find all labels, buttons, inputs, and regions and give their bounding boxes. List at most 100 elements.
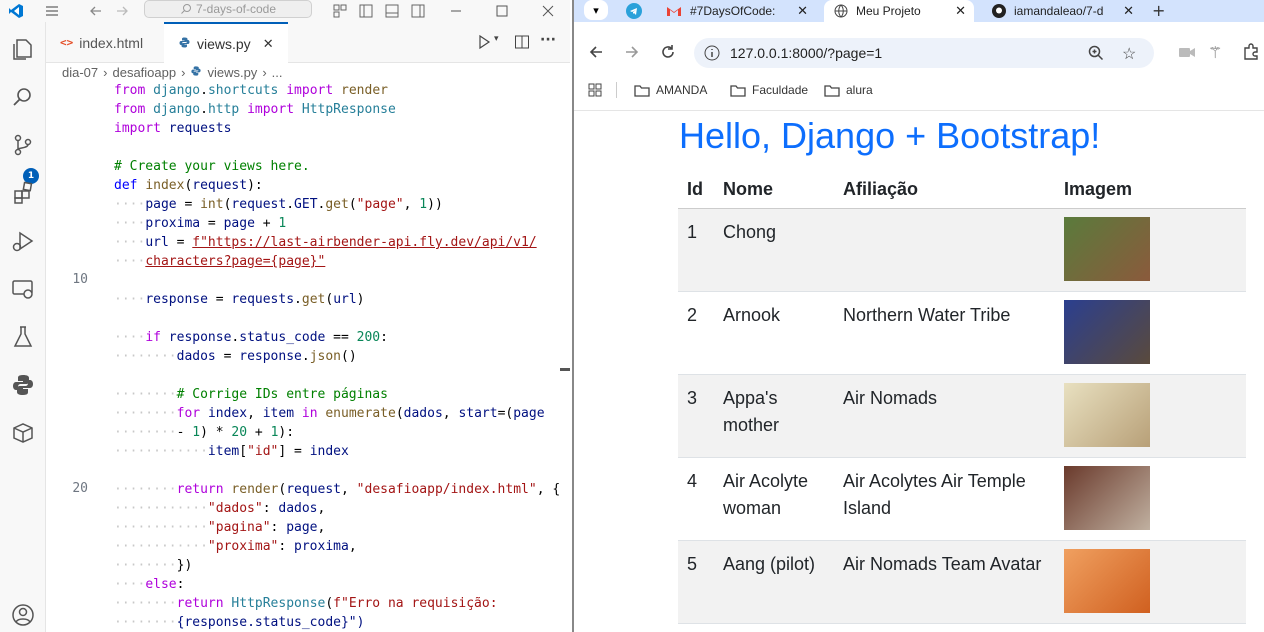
close-window-icon[interactable] bbox=[540, 3, 556, 19]
table-header-row: Id Nome Afiliação Imagem bbox=[678, 171, 1246, 209]
more-actions-icon[interactable]: ··· bbox=[540, 32, 556, 48]
vscode-window: 7-days-of-code 1 <> index.html views.py … bbox=[0, 0, 570, 632]
code-line: ········- 1) * 20 + 1): bbox=[114, 425, 295, 440]
python-file-icon bbox=[190, 65, 202, 80]
cell-afiliacao bbox=[834, 208, 1055, 292]
breadcrumb: dia-07 › desafioapp › views.py › ... bbox=[46, 63, 570, 81]
tab-strip: ▾ #7DaysOfCode: ✕ Meu Projeto ✕ iamandal… bbox=[574, 0, 1264, 22]
table-row: 1 Chong bbox=[678, 208, 1246, 292]
address-bar[interactable]: 127.0.0.1:8000/?page=1 ☆ bbox=[694, 38, 1154, 68]
tab-label: Meu Projeto bbox=[856, 4, 921, 18]
reload-icon[interactable] bbox=[660, 44, 676, 64]
site-info-icon[interactable] bbox=[704, 45, 720, 64]
extension-icon[interactable]: ⚚ bbox=[1208, 43, 1222, 62]
tab-label: views.py bbox=[197, 35, 251, 52]
cell-imagem bbox=[1055, 540, 1246, 624]
tab-index-html[interactable]: <> index.html bbox=[46, 22, 164, 63]
maximize-icon[interactable] bbox=[494, 3, 510, 19]
minimize-icon[interactable] bbox=[448, 3, 464, 19]
split-editor-icon[interactable] bbox=[514, 34, 530, 54]
tab-views-py[interactable]: views.py ✕ bbox=[164, 22, 288, 63]
github-icon bbox=[992, 4, 1006, 18]
close-tab-icon[interactable]: ✕ bbox=[1123, 3, 1134, 19]
code-line: ····proxima = page + 1 bbox=[114, 216, 287, 231]
activity-bar: 1 bbox=[0, 22, 46, 632]
python-file-icon bbox=[178, 36, 191, 52]
run-dropdown-icon[interactable]: ▾ bbox=[494, 34, 499, 44]
table-body: 1 Chong 2 Arnook Northern Water Tribe 3 Appa's… bbox=[678, 208, 1246, 624]
breadcrumb-item[interactable]: views.py bbox=[207, 65, 257, 80]
web-page: Hello, Django + Bootstrap! Id Nome Afili… bbox=[574, 110, 1264, 632]
menu-icon[interactable] bbox=[44, 3, 60, 19]
cell-afiliacao: Air Nomads Team Avatar bbox=[834, 540, 1055, 624]
editor-scrollbar[interactable] bbox=[560, 368, 570, 371]
source-control-icon[interactable] bbox=[10, 132, 36, 158]
account-icon[interactable] bbox=[10, 602, 36, 628]
cell-nome: Arnook bbox=[714, 291, 834, 375]
python-icon[interactable] bbox=[10, 372, 36, 398]
zoom-icon[interactable] bbox=[1088, 45, 1104, 64]
table-row: 3 Appa's mother Air Nomads bbox=[678, 374, 1246, 458]
cell-afiliacao: Air Acolytes Air Temple Island bbox=[834, 457, 1055, 541]
toggle-panel-icon[interactable] bbox=[384, 3, 400, 19]
code-line: ····else: bbox=[114, 577, 185, 592]
apps-icon[interactable] bbox=[588, 83, 602, 97]
forward-arrow-icon[interactable] bbox=[114, 3, 130, 19]
line-number: 20 bbox=[72, 481, 88, 496]
bookmark-folder-faculdade[interactable]: Faculdade bbox=[730, 83, 808, 97]
close-tab-icon[interactable]: ✕ bbox=[263, 36, 274, 52]
testing-icon[interactable] bbox=[10, 324, 36, 350]
code-line: import requests bbox=[114, 121, 232, 136]
bookmark-label: AMANDA bbox=[656, 83, 708, 97]
telegram-tab-icon[interactable] bbox=[626, 3, 642, 23]
close-tab-icon[interactable]: ✕ bbox=[955, 3, 966, 19]
extensions-puzzle-icon[interactable] bbox=[1242, 42, 1260, 64]
breadcrumb-item[interactable]: ... bbox=[272, 65, 283, 80]
code-line: ····url = f"https://last-airbender-api.f… bbox=[114, 235, 537, 250]
bookmark-folder-alura[interactable]: alura bbox=[824, 83, 873, 97]
extensions-icon[interactable] bbox=[10, 180, 36, 206]
tab-search-icon[interactable]: ▾ bbox=[584, 0, 608, 20]
column-header-id: Id bbox=[678, 171, 714, 209]
cell-id: 5 bbox=[678, 540, 714, 624]
explorer-icon[interactable] bbox=[10, 36, 36, 62]
bookmark-label: alura bbox=[846, 83, 873, 97]
code-line: def index(request): bbox=[114, 178, 263, 193]
bookmark-star-icon[interactable]: ☆ bbox=[1122, 44, 1136, 64]
cell-afiliacao: Air Nomads bbox=[834, 374, 1055, 458]
bookmark-folder-amanda[interactable]: AMANDA bbox=[634, 83, 707, 97]
run-debug-icon[interactable] bbox=[10, 228, 36, 254]
forward-arrow-icon[interactable] bbox=[624, 44, 640, 64]
bookmarks-bar: AMANDA Faculdade alura bbox=[574, 80, 1264, 100]
back-arrow-icon[interactable] bbox=[588, 44, 604, 64]
breadcrumb-item[interactable]: desafioapp bbox=[112, 65, 176, 80]
toggle-secondary-sidebar-icon[interactable] bbox=[410, 3, 426, 19]
code-line: ········return HttpResponse(f"Erro na re… bbox=[114, 596, 498, 611]
close-tab-icon[interactable]: ✕ bbox=[797, 3, 808, 19]
camera-icon[interactable] bbox=[1178, 44, 1196, 64]
run-python-icon[interactable] bbox=[476, 34, 492, 54]
code-line: ············"dados": dados, bbox=[114, 501, 326, 516]
code-editor[interactable]: 10 20 from django.shortcuts import rende… bbox=[46, 81, 570, 632]
tab-github[interactable]: iamandaleao/7-d ✕ bbox=[982, 0, 1142, 22]
browser-window: ▾ #7DaysOfCode: ✕ Meu Projeto ✕ iamandal… bbox=[572, 0, 1264, 632]
toggle-sidebar-icon[interactable] bbox=[358, 3, 374, 19]
new-tab-icon[interactable]: + bbox=[1152, 1, 1165, 20]
cell-imagem bbox=[1055, 457, 1246, 541]
cell-id: 2 bbox=[678, 291, 714, 375]
code-line: ····response = requests.get(url) bbox=[114, 292, 365, 307]
layout-icon[interactable] bbox=[332, 3, 348, 19]
remote-explorer-icon[interactable] bbox=[10, 276, 36, 302]
gmail-icon bbox=[667, 7, 681, 16]
breadcrumb-item[interactable]: dia-07 bbox=[62, 65, 98, 80]
code-line: from django.shortcuts import render bbox=[114, 83, 388, 98]
cell-id: 4 bbox=[678, 457, 714, 541]
command-center-search[interactable]: 7-days-of-code bbox=[144, 0, 312, 18]
back-arrow-icon[interactable] bbox=[88, 3, 104, 19]
tab-meu-projeto[interactable]: Meu Projeto ✕ bbox=[824, 0, 974, 22]
chevron-right-icon: › bbox=[103, 64, 108, 80]
tab-gmail[interactable]: #7DaysOfCode: ✕ bbox=[656, 0, 816, 22]
containers-icon[interactable] bbox=[10, 420, 36, 446]
column-header-nome: Nome bbox=[714, 171, 834, 209]
search-icon[interactable] bbox=[10, 84, 36, 110]
